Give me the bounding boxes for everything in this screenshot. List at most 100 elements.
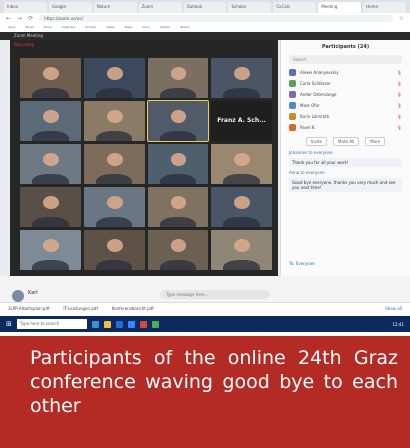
folder-icon[interactable] xyxy=(103,320,111,328)
participant-name: Alexei Ananyevskiy xyxy=(300,70,339,75)
participant-video-tile[interactable] xyxy=(83,58,145,98)
bookmark-link[interactable]: Docs xyxy=(142,25,149,31)
back-arrow-icon[interactable]: ← xyxy=(6,15,11,22)
bookmark-link[interactable]: Scholar xyxy=(85,25,96,31)
participant-video-tile[interactable] xyxy=(83,144,145,184)
browser-tab[interactable]: Inbox xyxy=(4,2,47,13)
microphone-icon[interactable]: 🎙 xyxy=(397,103,402,108)
bookmark-link[interactable]: News xyxy=(106,25,114,31)
microphone-icon[interactable]: 🎙 xyxy=(397,81,402,86)
reload-icon[interactable]: ⟳ xyxy=(28,15,33,22)
avatar xyxy=(289,102,296,109)
avatar xyxy=(289,113,296,120)
taskbar-clock: 12:41 xyxy=(392,321,404,327)
caption-text: Participants of the online 24th Graz con… xyxy=(30,347,398,417)
participant-search-input[interactable]: Search xyxy=(289,55,402,64)
star-icon[interactable]: ☆ xyxy=(399,15,404,22)
chrome-icon[interactable] xyxy=(151,320,159,328)
participant-video-tile[interactable] xyxy=(211,144,272,184)
participant-row[interactable]: Carla Schlösser 🎙 xyxy=(281,78,410,89)
browser-tab[interactable]: Google xyxy=(48,2,92,13)
browser-tab[interactable]: Home xyxy=(363,2,407,13)
browser-tab[interactable]: Outlook xyxy=(183,2,227,13)
browser-tab[interactable]: Nature xyxy=(93,2,137,13)
bookmark-link[interactable]: Email xyxy=(25,25,33,31)
participant-video-tile[interactable]: Franz A. Sch... xyxy=(211,101,272,141)
participant-video-tile[interactable] xyxy=(211,58,272,98)
participants-title: Participants (24) xyxy=(321,44,370,50)
participant-video-tile[interactable] xyxy=(147,144,209,184)
bookmark-link[interactable]: Drive xyxy=(44,25,52,31)
participant-video-tile[interactable] xyxy=(211,230,272,270)
office-icon[interactable] xyxy=(139,320,147,328)
browser-tab-active[interactable]: Meeting xyxy=(318,2,362,13)
participant-video-tile[interactable] xyxy=(83,230,145,270)
download-item[interactable]: 3LPP-Arbeitsplan.pdf xyxy=(8,306,49,313)
mute-all-button[interactable]: Mute All xyxy=(333,137,360,146)
microphone-icon[interactable]: 🎙 xyxy=(397,125,402,130)
show-all-downloads-link[interactable]: Show all xyxy=(385,306,402,313)
edge-icon[interactable] xyxy=(91,320,99,328)
participant-video-tile[interactable] xyxy=(20,101,81,141)
avatar xyxy=(12,290,24,302)
chat-recipient: To: Everyone xyxy=(289,261,403,266)
participant-row[interactable]: Ander Ostervange 🎙 xyxy=(281,89,410,100)
windows-start-icon[interactable]: ⊞ xyxy=(6,320,12,328)
participant-video-tile[interactable] xyxy=(147,58,209,98)
participant-actions: Invite Mute All More xyxy=(281,137,410,146)
participant-row[interactable]: Karin Lönnroth 🎙 xyxy=(281,111,410,122)
participant-video-tile[interactable] xyxy=(83,101,145,141)
browser-tab[interactable]: CoCalc xyxy=(273,2,317,13)
bookmark-link[interactable]: Teams xyxy=(180,25,190,31)
taskbar-search-input[interactable]: Type here to search xyxy=(16,319,87,329)
participants-panel: Participants (24) Search Alexei Ananyevs… xyxy=(280,40,410,276)
participant-video-tile[interactable] xyxy=(147,187,209,227)
bookmark-link[interactable]: Apps xyxy=(8,25,15,31)
participant-row[interactable]: Alexei Ananyevskiy 🎙 xyxy=(281,67,410,78)
url-input[interactable]: https://zoom.us/wc/ xyxy=(39,15,393,22)
bookmark-link[interactable]: Calendar xyxy=(62,25,76,31)
browser-tab[interactable]: Zoom xyxy=(138,2,182,13)
participant-video-tile[interactable] xyxy=(20,187,81,227)
screenshot-photo: Inbox Google Nature Zoom Outlook Scholar… xyxy=(0,0,410,332)
microphone-icon[interactable]: 🎙 xyxy=(397,92,402,97)
more-button[interactable]: More xyxy=(365,137,386,146)
chat-recipient-select[interactable]: To: Everyone xyxy=(289,261,315,266)
download-item[interactable]: IT-Leistungen.pdf xyxy=(63,306,97,313)
participant-video-tile[interactable] xyxy=(83,187,145,227)
download-item[interactable]: Konferenzbericht.pdf xyxy=(112,306,154,313)
forward-arrow-icon[interactable]: → xyxy=(17,15,22,22)
participant-name: Karin Lönnroth xyxy=(300,114,330,119)
mail-icon[interactable] xyxy=(115,320,123,328)
bookmarks-bar: Apps Email Drive Calendar Scholar News M… xyxy=(0,24,410,32)
zoom-icon[interactable] xyxy=(127,320,135,328)
participant-row[interactable]: Pavel K. 🎙 xyxy=(281,122,410,133)
participant-video-tile[interactable] xyxy=(20,230,81,270)
chat-message: Good bye everyone, thanks you very much … xyxy=(289,178,402,192)
address-bar: ← → ⟳ https://zoom.us/wc/ ☆ xyxy=(0,13,410,24)
invite-button[interactable]: Invite xyxy=(305,137,328,146)
bookmark-link[interactable]: Maps xyxy=(125,25,133,31)
participant-video-grid: Franz A. Sch... xyxy=(20,58,272,270)
video-gallery: Recording Franz A. Sch... xyxy=(10,40,278,276)
participant-video-tile[interactable] xyxy=(20,58,81,98)
participant-list: Alexei Ananyevskiy 🎙 Carla Schlösser 🎙 Ander… xyxy=(281,67,410,133)
chat-input[interactable]: Type message here... xyxy=(160,290,270,299)
microphone-icon[interactable]: 🎙 xyxy=(397,114,402,119)
microphone-icon[interactable]: 🎙 xyxy=(397,70,402,75)
participant-video-tile[interactable] xyxy=(146,100,210,142)
recording-indicator: Recording xyxy=(14,42,35,47)
participant-row[interactable]: Mark Ofer 🎙 xyxy=(281,100,410,111)
browser-tab[interactable]: Scholar xyxy=(228,2,272,13)
bookmark-link[interactable]: Sheets xyxy=(160,25,170,31)
avatar xyxy=(289,91,296,98)
participant-name: Pavel K. xyxy=(300,125,316,130)
participant-video-tile[interactable] xyxy=(147,230,209,270)
participant-video-tile[interactable] xyxy=(20,144,81,184)
chat-message-header: Anna to everyone xyxy=(289,170,402,175)
user-name: Karl xyxy=(28,290,38,296)
participant-name: Ander Ostervange xyxy=(300,92,337,97)
chat-message: Thank you for all your work! xyxy=(289,158,402,167)
avatar xyxy=(289,69,296,76)
participant-video-tile[interactable] xyxy=(211,187,272,227)
